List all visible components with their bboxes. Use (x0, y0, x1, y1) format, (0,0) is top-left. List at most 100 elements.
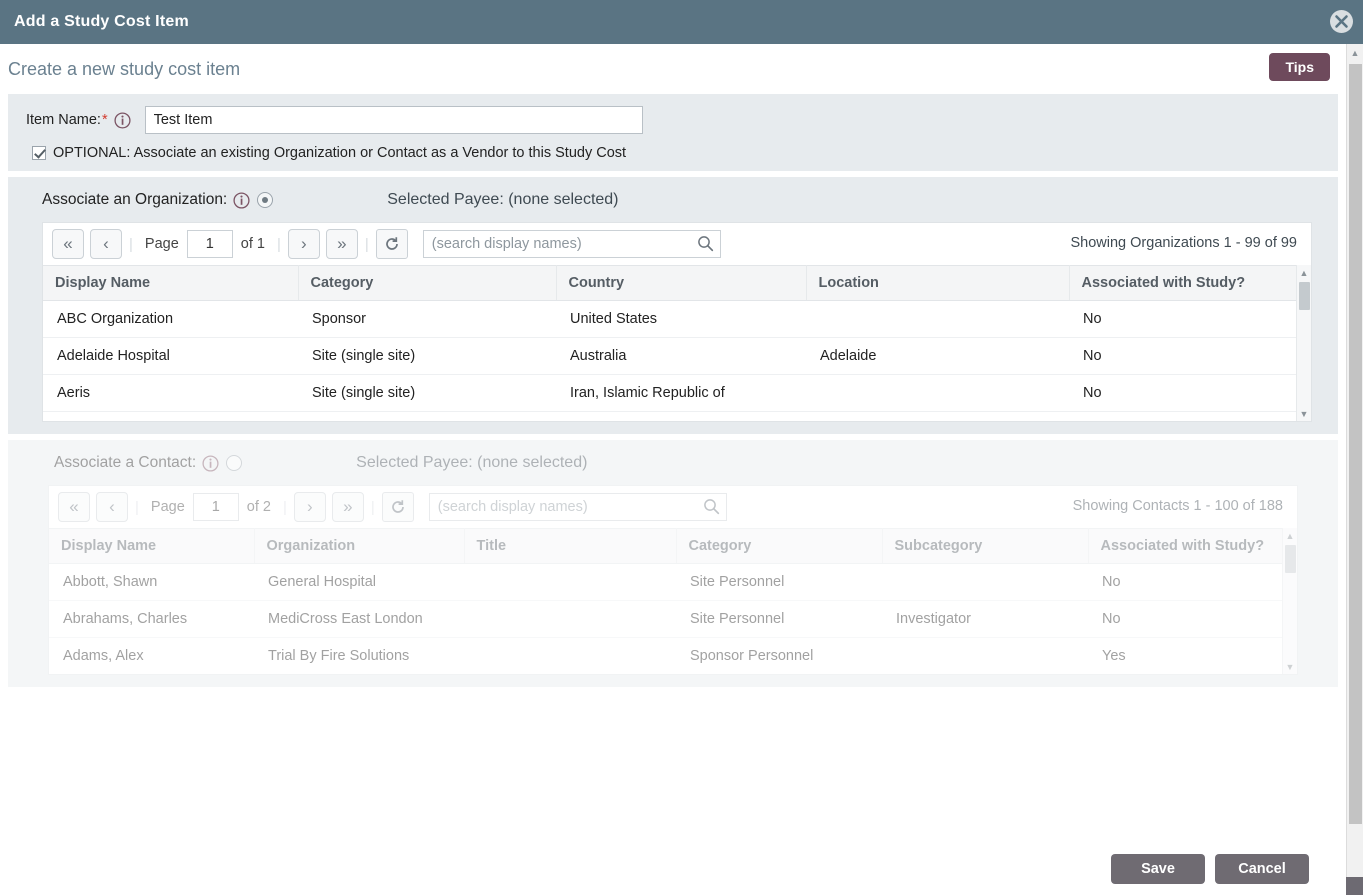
cell-display-name: Alberta Hospital (43, 411, 298, 421)
table-row[interactable]: ABC Organization Sponsor United States N… (43, 300, 1311, 338)
dialog-scrollbar[interactable]: ▲ ▼ (1346, 44, 1363, 895)
table-row[interactable]: Abbott, Shawn General Hospital Site Pers… (49, 563, 1297, 601)
table-row[interactable]: Alberta Hospital Site (single site) Cana… (43, 411, 1311, 421)
column-header[interactable]: Associated with Study? (1088, 528, 1297, 564)
contact-radio[interactable] (226, 455, 243, 471)
contact-showing-count: Showing Contacts 1 - 100 of 188 (1072, 498, 1283, 514)
search-input[interactable] (422, 230, 721, 258)
cell-country: Iran, Islamic Republic of (556, 374, 806, 412)
column-header[interactable]: Country (556, 265, 807, 301)
column-header[interactable]: Category (298, 265, 557, 301)
column-header[interactable]: Title (464, 528, 677, 564)
contact-table-wrapper: Display Name Organization Title Category… (49, 528, 1297, 674)
column-header[interactable]: Associated with Study? (1069, 265, 1311, 301)
pager-divider: | (135, 498, 139, 516)
cell-title (464, 600, 676, 638)
cell-category: Site Personnel (676, 600, 882, 638)
last-page-button[interactable]: » (325, 229, 358, 259)
column-header[interactable]: Category (676, 528, 883, 564)
optional-checkbox-row[interactable]: OPTIONAL: Associate an existing Organiza… (8, 145, 1338, 161)
cell-organization: General Hospital (254, 563, 464, 601)
item-name-input[interactable] (144, 106, 643, 134)
cell-display-name: Abbott, Shawn (49, 563, 254, 601)
cell-title (464, 637, 676, 674)
optional-checkbox[interactable] (32, 146, 46, 160)
next-page-button[interactable]: › (293, 492, 326, 522)
prev-page-button[interactable]: ‹ (90, 229, 122, 259)
cancel-button[interactable]: Cancel (1215, 854, 1309, 884)
page-number-input[interactable] (192, 493, 239, 521)
scrollbar-thumb[interactable] (1299, 282, 1310, 310)
optional-checkbox-label: OPTIONAL: Associate an existing Organiza… (53, 145, 627, 161)
organization-selected-payee: Selected Payee: (none selected) (387, 191, 619, 208)
close-icon[interactable] (1328, 8, 1355, 35)
dialog-titlebar: Add a Study Cost Item (0, 0, 1363, 44)
cell-associated: No (1069, 337, 1311, 375)
page-number-input[interactable] (186, 230, 233, 258)
scroll-up-icon[interactable]: ▲ (1297, 265, 1311, 280)
pager-divider: | (364, 235, 369, 253)
info-icon[interactable] (233, 191, 250, 209)
table-row[interactable]: Abrahams, Charles MediCross East London … (49, 600, 1297, 638)
table-row[interactable]: Adelaide Hospital Site (single site) Aus… (43, 337, 1311, 375)
cell-associated: No (1088, 600, 1297, 638)
organization-table-wrapper: Display Name Category Country Location A… (43, 265, 1311, 421)
cell-associated: Yes (1088, 637, 1297, 674)
column-header[interactable]: Location (806, 265, 1070, 301)
required-marker: * (101, 112, 108, 128)
organization-radio[interactable] (257, 192, 274, 208)
info-icon[interactable] (202, 454, 219, 472)
dialog-title: Add a Study Cost Item (14, 13, 189, 30)
organization-section-header: Associate an Organization: Selected Paye… (8, 191, 1338, 209)
cell-associated: No (1069, 300, 1311, 338)
search-icon[interactable] (703, 498, 720, 515)
save-button[interactable]: Save (1111, 854, 1205, 884)
cell-display-name: ABC Organization (43, 300, 298, 338)
dialog-footer: Save Cancel (0, 843, 1329, 895)
cell-organization: MediCross East London (254, 600, 464, 638)
refresh-icon[interactable] (375, 229, 408, 259)
next-page-button[interactable]: › (287, 229, 320, 259)
scroll-down-icon[interactable]: ▼ (1297, 406, 1311, 421)
column-header[interactable]: Subcategory (882, 528, 1089, 564)
tips-button[interactable]: Tips (1269, 53, 1330, 81)
cell-location: Adelaide (806, 337, 1069, 375)
pager-divider: | (370, 498, 375, 516)
cell-location (806, 300, 1069, 338)
table-row[interactable]: Adams, Alex Trial By Fire Solutions Spon… (49, 637, 1297, 674)
column-header[interactable]: Display Name (43, 265, 299, 301)
scroll-up-icon[interactable]: ▲ (1283, 528, 1297, 543)
organization-table: Display Name Category Country Location A… (43, 265, 1311, 421)
cell-subcategory (882, 563, 1088, 601)
scrollbar-thumb[interactable] (1349, 64, 1362, 824)
cell-location (806, 411, 1069, 421)
info-icon[interactable] (114, 111, 131, 129)
organization-section-label: Associate an Organization: (42, 191, 228, 208)
cell-display-name: Abrahams, Charles (49, 600, 254, 638)
scroll-down-icon[interactable]: ▼ (1283, 659, 1297, 674)
contact-table-scrollbar[interactable]: ▲ ▼ (1282, 528, 1297, 674)
refresh-icon[interactable] (381, 492, 414, 522)
last-page-button[interactable]: » (331, 492, 364, 522)
scrollbar-thumb[interactable] (1285, 545, 1296, 573)
organization-table-scrollbar[interactable]: ▲ ▼ (1296, 265, 1311, 421)
associate-contact-panel: Associate a Contact: Selected Payee: (no… (8, 440, 1338, 687)
cell-subcategory: Investigator (882, 600, 1088, 638)
pager-divider: | (282, 498, 287, 516)
table-row[interactable]: Aeris Site (single site) Iran, Islamic R… (43, 374, 1311, 412)
cell-category: Site Personnel (676, 563, 882, 601)
column-header[interactable]: Display Name (49, 528, 255, 564)
search-input[interactable] (428, 493, 727, 521)
organization-showing-count: Showing Organizations 1 - 99 of 99 (1070, 235, 1298, 251)
item-name-row: Item Name: * (8, 106, 1338, 134)
column-header[interactable]: Organization (254, 528, 465, 564)
page-total-label: of 1 (240, 236, 265, 252)
search-icon[interactable] (697, 235, 714, 252)
first-page-button[interactable]: « (52, 229, 84, 259)
table-header-row: Display Name Category Country Location A… (43, 265, 1311, 301)
prev-page-button[interactable]: ‹ (96, 492, 128, 522)
contact-search-wrapper (428, 493, 727, 521)
contact-table: Display Name Organization Title Category… (49, 528, 1297, 674)
first-page-button[interactable]: « (58, 492, 90, 522)
scroll-up-icon[interactable]: ▲ (1347, 44, 1363, 61)
